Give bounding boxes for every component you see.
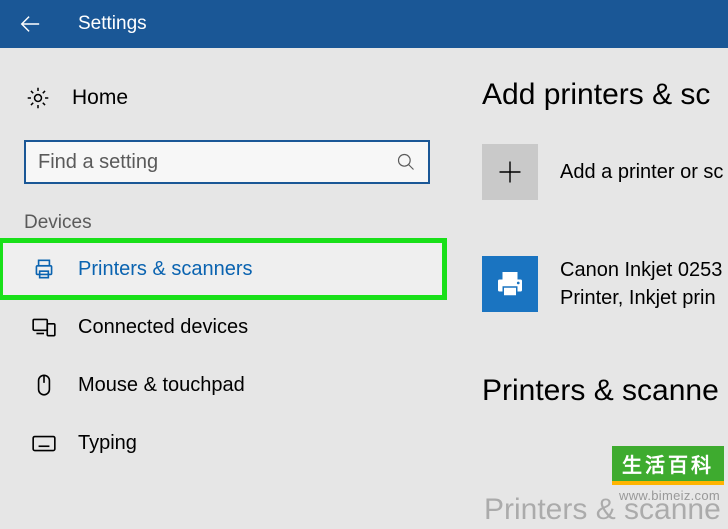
nav-item-connected-devices[interactable]: Connected devices bbox=[0, 298, 454, 356]
nav-item-typing[interactable]: Typing bbox=[0, 414, 454, 472]
search-box[interactable] bbox=[24, 140, 430, 184]
home-button[interactable]: Home bbox=[0, 74, 454, 122]
plus-icon bbox=[496, 158, 524, 186]
watermark-url: www.bimeiz.com bbox=[619, 488, 720, 503]
back-button[interactable] bbox=[0, 0, 60, 48]
arrow-left-icon bbox=[19, 13, 41, 35]
printer-name: Canon Inkjet 0253 bbox=[560, 256, 722, 284]
watermark-badge: 生活百科 bbox=[612, 446, 724, 485]
gear-icon bbox=[25, 85, 51, 111]
search-icon bbox=[396, 152, 416, 172]
printer-device-icon bbox=[492, 266, 528, 302]
nav-item-label: Mouse & touchpad bbox=[78, 374, 245, 397]
nav-item-mouse-touchpad[interactable]: Mouse & touchpad bbox=[0, 356, 454, 414]
app-title: Settings bbox=[78, 13, 147, 35]
add-printer-label: Add a printer or sc bbox=[560, 161, 723, 184]
nav-item-label: Printers & scanners bbox=[78, 258, 253, 281]
search-input[interactable] bbox=[38, 151, 396, 174]
printer-icon bbox=[31, 256, 57, 282]
devices-icon bbox=[31, 314, 57, 340]
titlebar: Settings bbox=[0, 0, 728, 48]
section-heading: Printers & scanne bbox=[482, 374, 728, 408]
printer-desc: Printer, Inkjet prin bbox=[560, 284, 722, 312]
nav-item-label: Typing bbox=[78, 432, 137, 455]
nav-item-label: Connected devices bbox=[78, 316, 248, 339]
printer-device-item[interactable]: Canon Inkjet 0253 Printer, Inkjet prin bbox=[482, 256, 728, 312]
main-heading: Add printers & sc bbox=[482, 78, 728, 112]
home-label: Home bbox=[72, 86, 128, 110]
sidebar: Home Devices Printers & scanners bbox=[0, 48, 454, 529]
mouse-icon bbox=[31, 372, 57, 398]
keyboard-icon bbox=[31, 430, 57, 456]
nav-item-printers-scanners[interactable]: Printers & scanners bbox=[0, 240, 445, 298]
add-printer-button[interactable]: Add a printer or sc bbox=[482, 144, 728, 200]
category-label: Devices bbox=[24, 212, 454, 234]
